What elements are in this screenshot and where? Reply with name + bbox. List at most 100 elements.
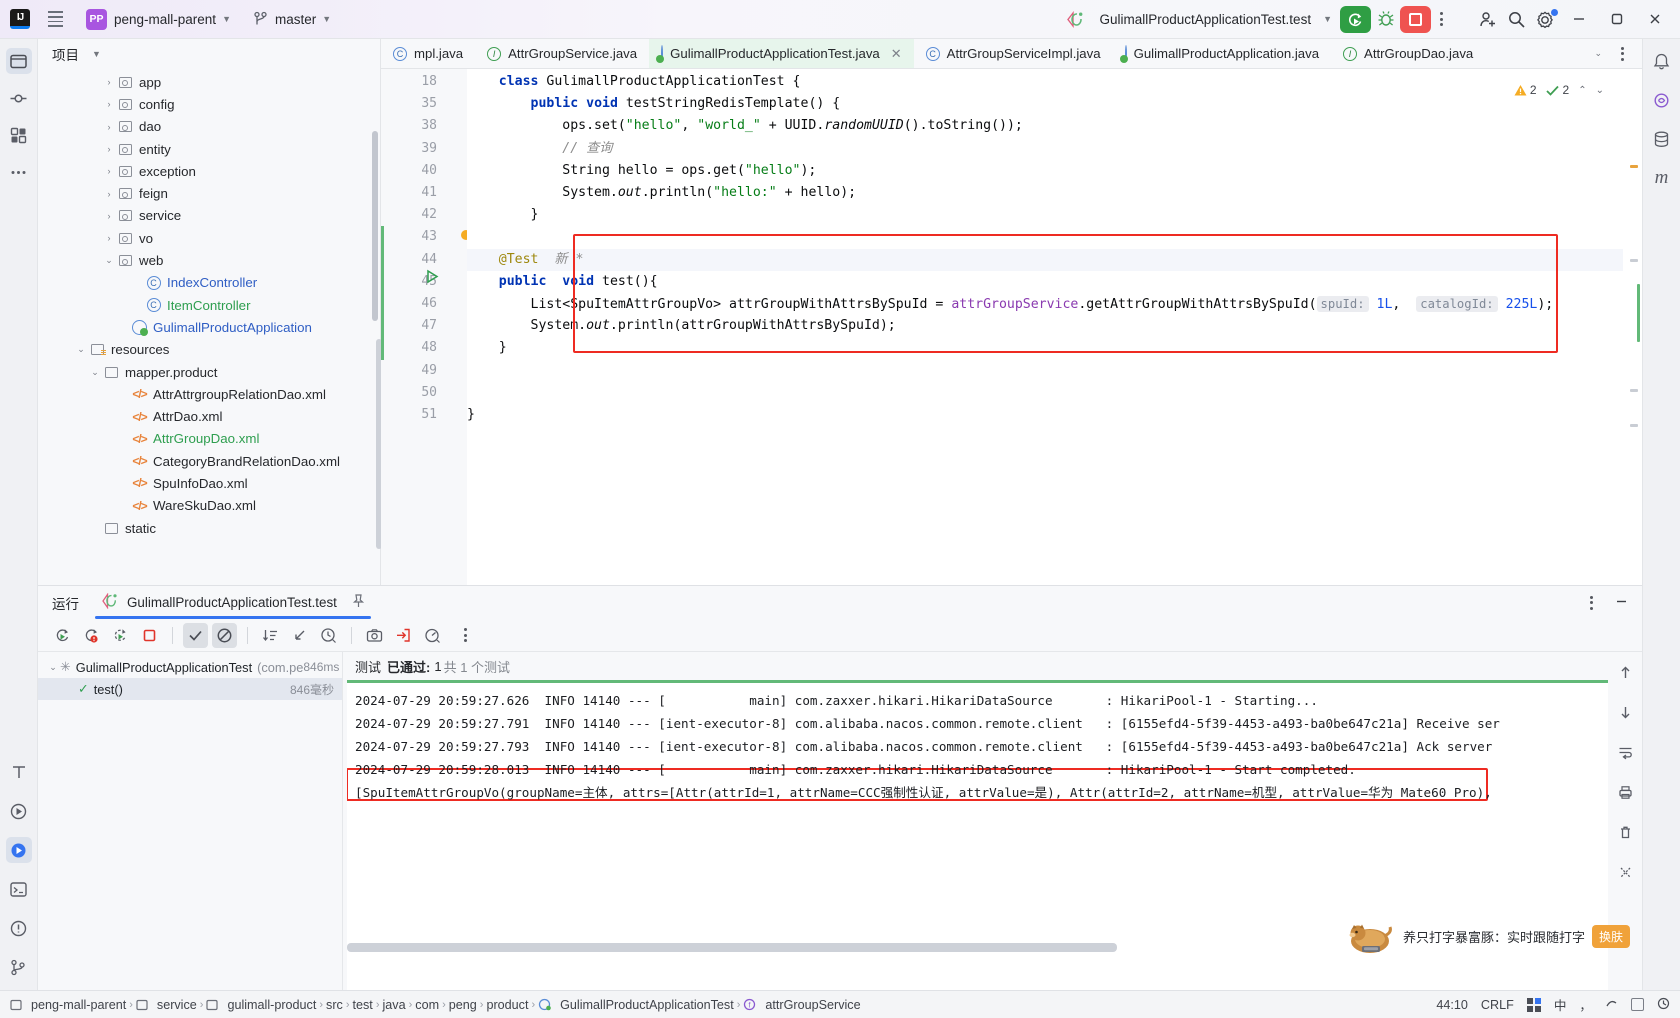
pin-tab-icon[interactable] xyxy=(352,594,365,611)
tree-item[interactable]: › app xyxy=(38,71,380,93)
breadcrumb-item[interactable]: com xyxy=(415,998,439,1012)
tree-expander-icon[interactable]: › xyxy=(102,77,116,87)
tree-expander-icon[interactable]: ⌄ xyxy=(46,662,60,673)
tree-expander-icon[interactable]: › xyxy=(102,166,116,176)
breadcrumb-item[interactable]: GulimallProductApplicationTest xyxy=(538,998,734,1012)
run-tab-test[interactable]: GulimallProductApplicationTest.test xyxy=(95,586,371,619)
console-line[interactable]: 2024-07-29 20:59:27.626 INFO 14140 --- [… xyxy=(355,689,1318,712)
code-line[interactable]: } xyxy=(467,337,507,359)
tree-item[interactable]: C IndexController xyxy=(38,272,380,294)
more-options-icon[interactable] xyxy=(1431,6,1451,33)
warning-count[interactable]: 2 xyxy=(1514,83,1537,97)
line-separator[interactable]: CRLF xyxy=(1481,998,1514,1012)
show-passed-icon[interactable] xyxy=(183,622,208,648)
code-line[interactable]: @Test 新 * xyxy=(467,249,584,271)
tab-more-icon[interactable] xyxy=(1612,40,1632,67)
console-line[interactable]: 2024-07-29 20:59:27.793 INFO 14140 --- [… xyxy=(355,735,1492,758)
tree-expander-icon[interactable]: › xyxy=(102,122,116,132)
code-line[interactable]: // 查询 xyxy=(467,138,612,160)
tree-expander-icon[interactable]: › xyxy=(102,233,116,243)
branch-chevron-icon[interactable]: ▼ xyxy=(322,14,331,24)
terminal-tool-icon[interactable] xyxy=(6,876,32,902)
rerun-coverage-icon[interactable] xyxy=(108,623,133,648)
code-area[interactable]: class GulimallProductApplicationTest { p… xyxy=(467,69,1623,585)
promo-skin-button[interactable]: 换肤 xyxy=(1591,924,1630,948)
tree-item[interactable]: </> AttrGroupDao.xml xyxy=(38,428,380,450)
code-line[interactable]: public void test(){ xyxy=(467,271,658,293)
editor-tab-0[interactable]: Cmpl.java xyxy=(381,39,475,68)
git-tool-icon[interactable] xyxy=(6,954,32,980)
share-project-icon[interactable] xyxy=(1473,6,1502,33)
run-toolbar-more-icon[interactable] xyxy=(455,622,475,649)
screenshot-icon[interactable] xyxy=(362,623,387,648)
ime-settings-icon[interactable] xyxy=(1657,997,1670,1013)
run-config-chevron-icon[interactable]: ▼ xyxy=(1323,14,1332,24)
code-line[interactable]: } xyxy=(467,404,475,426)
project-tool-icon[interactable] xyxy=(5,48,32,74)
next-highlight-icon[interactable]: ⌄ xyxy=(1596,85,1604,96)
tree-item[interactable]: ⌄ web xyxy=(38,249,380,271)
code-line[interactable]: } xyxy=(467,204,539,226)
structure-tool-icon[interactable] xyxy=(6,122,32,148)
tree-expander-icon[interactable]: ⌄ xyxy=(74,344,88,355)
project-scrollbar[interactable] xyxy=(372,131,378,321)
minimize-window-button[interactable] xyxy=(1560,4,1598,34)
console-line[interactable]: 2024-07-29 20:59:27.791 INFO 14140 --- [… xyxy=(355,712,1500,735)
notifications-icon[interactable] xyxy=(1649,48,1675,74)
run-config-name[interactable]: GulimallProductApplicationTest.test xyxy=(1099,12,1311,27)
export-test-results-icon[interactable] xyxy=(391,623,416,648)
tree-expander-icon[interactable]: › xyxy=(102,144,116,154)
close-window-button[interactable] xyxy=(1636,4,1674,34)
stop-button[interactable] xyxy=(1400,5,1431,33)
trash-icon[interactable] xyxy=(1613,820,1638,845)
tree-item[interactable]: › vo xyxy=(38,227,380,249)
debug-button[interactable] xyxy=(1371,6,1400,33)
close-tab-icon[interactable]: ✕ xyxy=(891,46,902,62)
inspection-widget[interactable]: 2 2 ⌃ ⌄ xyxy=(1514,83,1604,97)
editor-gutter[interactable]: 18 35 38 39 40 41 42 43 44 45 46 47 48 49 50 51 xyxy=(381,69,471,585)
typography-tool-icon[interactable] xyxy=(6,759,32,785)
run-panel-more-icon[interactable] xyxy=(1581,589,1601,616)
tree-expander-icon[interactable]: ⌄ xyxy=(88,367,102,378)
tab-list-chevron-icon[interactable]: ⌄ xyxy=(1594,48,1602,59)
breadcrumb-item[interactable]: service xyxy=(136,998,197,1012)
check-count[interactable]: 2 xyxy=(1545,83,1569,97)
code-line[interactable]: public void testStringRedisTemplate() { xyxy=(467,93,841,115)
tree-item[interactable]: › entity xyxy=(38,138,380,160)
project-name[interactable]: peng-mall-parent xyxy=(114,12,216,27)
code-line[interactable]: ops.set("hello", "world_" + UUID.randomU… xyxy=(467,115,1023,137)
breadcrumb-item[interactable]: gulimall-product xyxy=(206,998,316,1012)
ime-voice-icon[interactable] xyxy=(1605,997,1618,1013)
test-tree-row[interactable]: ✓ test() 846毫秒 xyxy=(38,678,342,700)
profile-icon[interactable] xyxy=(420,623,445,648)
hide-ignored-icon[interactable] xyxy=(212,622,237,648)
sort-icon[interactable] xyxy=(258,623,283,648)
project-panel-chevron-icon[interactable]: ▼ xyxy=(92,49,101,59)
print-icon[interactable] xyxy=(1613,780,1638,805)
console-close-icon[interactable] xyxy=(1613,860,1638,885)
maximize-window-button[interactable] xyxy=(1598,4,1636,34)
code-line[interactable]: System.out.println("hello:" + hello); xyxy=(467,182,856,204)
rerun-failed-tests-icon[interactable] xyxy=(79,623,104,648)
run-test-gutter-icon[interactable] xyxy=(425,269,439,287)
editor-tab-4[interactable]: GulimallProductApplication.java xyxy=(1113,39,1331,68)
branch-name[interactable]: master xyxy=(275,12,316,27)
tree-item[interactable]: › config xyxy=(38,93,380,115)
run-configuration-selector[interactable]: GulimallProductApplicationTest.test ▼ xyxy=(1066,10,1332,28)
test-results-tree[interactable]: ⌄ ✳ GulimallProductApplicationTest (com.pe 8… xyxy=(38,652,343,990)
test-tree-row[interactable]: ⌄ ✳ GulimallProductApplicationTest (com.pe 8… xyxy=(38,656,342,678)
scroll-down-icon[interactable] xyxy=(1613,700,1638,725)
breadcrumb-item[interactable]: product xyxy=(486,998,528,1012)
scroll-up-icon[interactable] xyxy=(1613,660,1638,685)
tree-item[interactable]: ⌄ resources xyxy=(38,339,380,361)
tree-item[interactable]: ⌄ mapper.product xyxy=(38,361,380,383)
chevron-down-icon[interactable]: ▼ xyxy=(222,14,231,24)
tree-item[interactable]: static xyxy=(38,517,380,539)
code-line[interactable]: System.out.println(attrGroupWithAttrsByS… xyxy=(467,315,896,337)
stop-test-icon[interactable] xyxy=(137,623,162,648)
promo-widget[interactable]: 养只打字暴富豚：实时跟随打字 换肤 xyxy=(1344,916,1630,956)
vcs-change-marker[interactable] xyxy=(381,226,384,360)
test-history-icon[interactable] xyxy=(316,623,341,648)
tree-expander-icon[interactable]: › xyxy=(102,99,116,109)
tree-item[interactable]: GulimallProductApplication xyxy=(38,316,380,338)
